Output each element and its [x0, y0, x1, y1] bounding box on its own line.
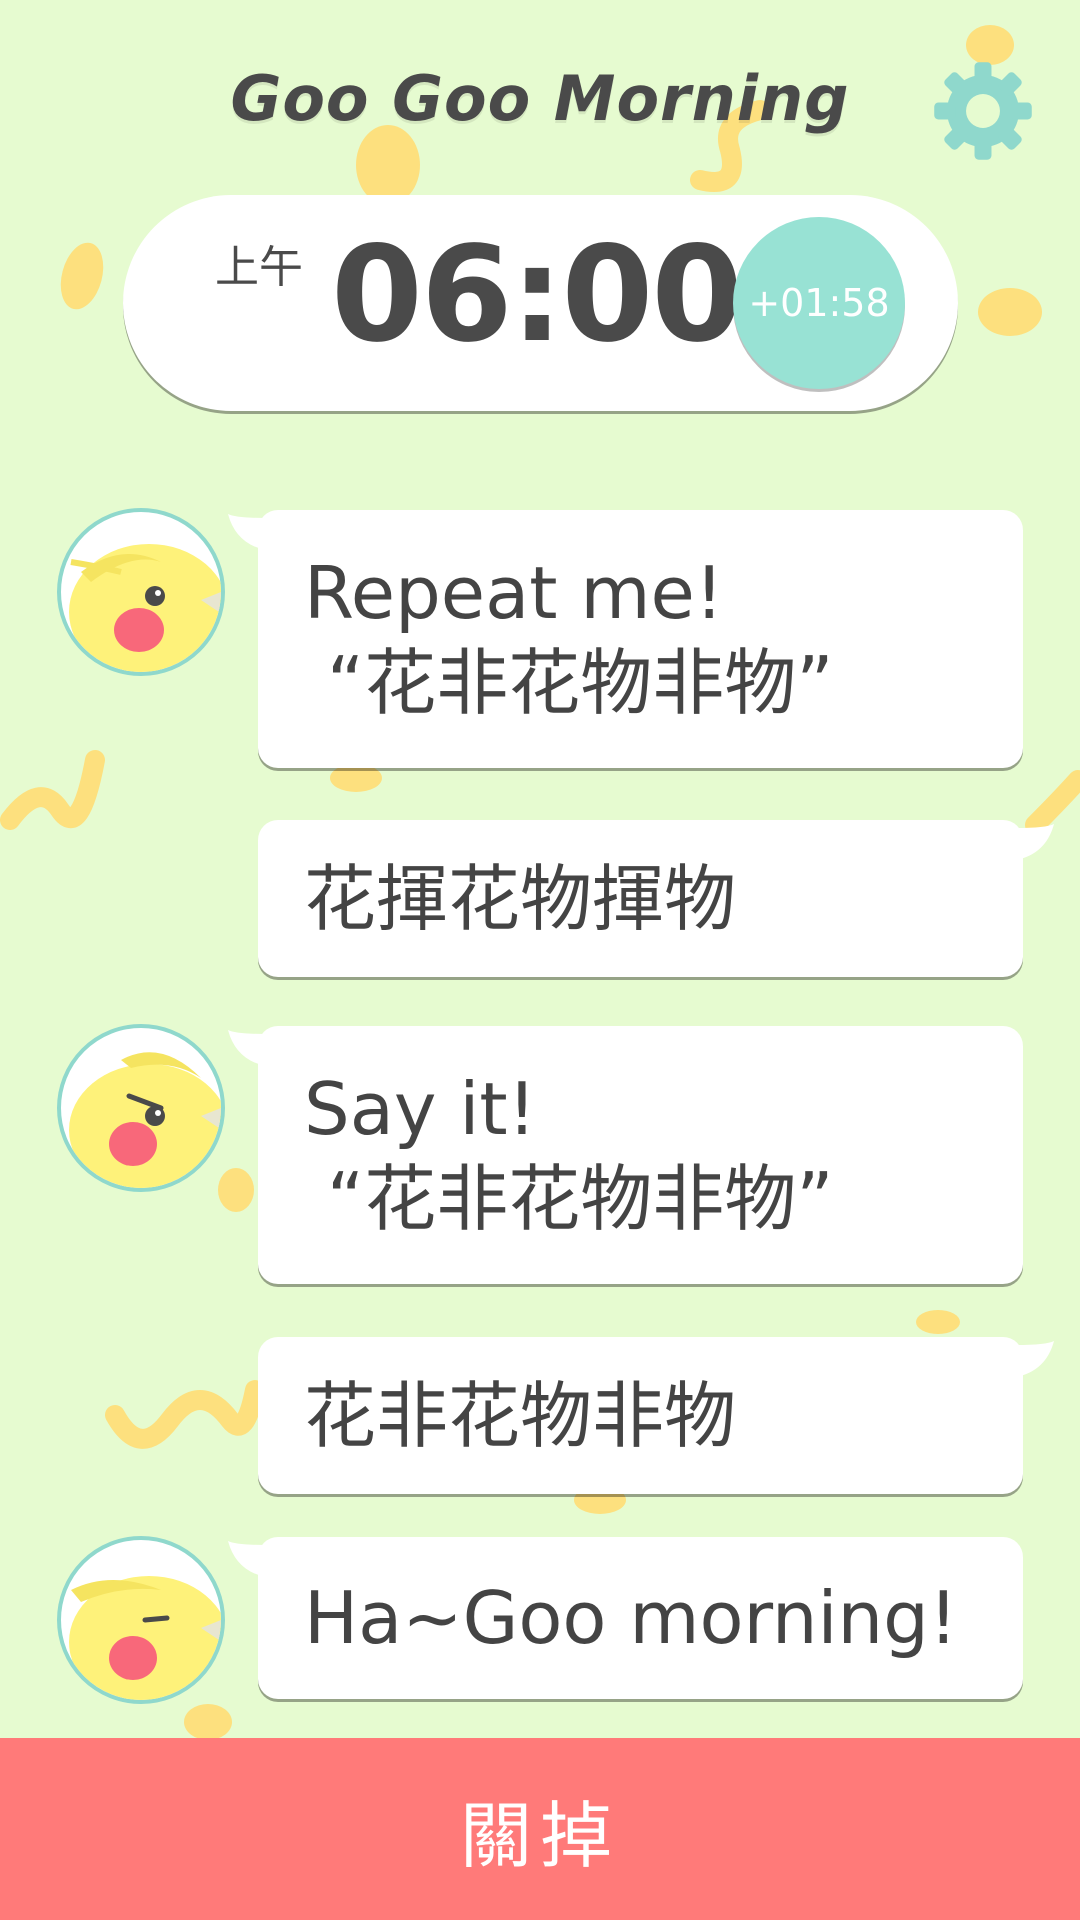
chat-bubble-bird: Say it! “花非花物非物” [228, 1026, 1023, 1284]
chat-message-line: Repeat me! [304, 551, 724, 635]
snooze-button[interactable]: +01:58 [733, 217, 905, 389]
chat-message-line: 花非花物非物 [304, 1374, 737, 1458]
chat-message-line: Say it! [304, 1067, 537, 1151]
gear-icon [934, 62, 1032, 160]
chat-message-line: Ha~Goo morning! [304, 1576, 958, 1660]
happy-bird-avatar-icon [57, 1536, 225, 1704]
chat-bubble-bird: Repeat me! “花非花物非物” [228, 510, 1023, 768]
alarm-time-card: 上午 06:00 +01:58 [123, 195, 958, 411]
chat-message-line: 花揮花物揮物 [304, 857, 737, 941]
alarm-period: 上午 [215, 242, 303, 293]
bird-avatar-icon [57, 508, 225, 676]
alarm-time: 06:00 [331, 218, 743, 372]
chat-bubble-bird: Ha~Goo morning! [228, 1537, 1023, 1699]
chat-bubble-user: 花非花物非物 [258, 1337, 1054, 1494]
dismiss-button[interactable]: 關掉 [0, 1738, 1080, 1920]
app-title: Goo Goo Morning [230, 62, 850, 135]
settings-button[interactable] [930, 58, 1036, 164]
angry-bird-avatar-icon [57, 1024, 225, 1192]
chat-bubble-user: 花揮花物揮物 [258, 820, 1054, 977]
chat-message-line: “花非花物非物” [304, 641, 834, 725]
chat-message-line: “花非花物非物” [304, 1157, 834, 1241]
